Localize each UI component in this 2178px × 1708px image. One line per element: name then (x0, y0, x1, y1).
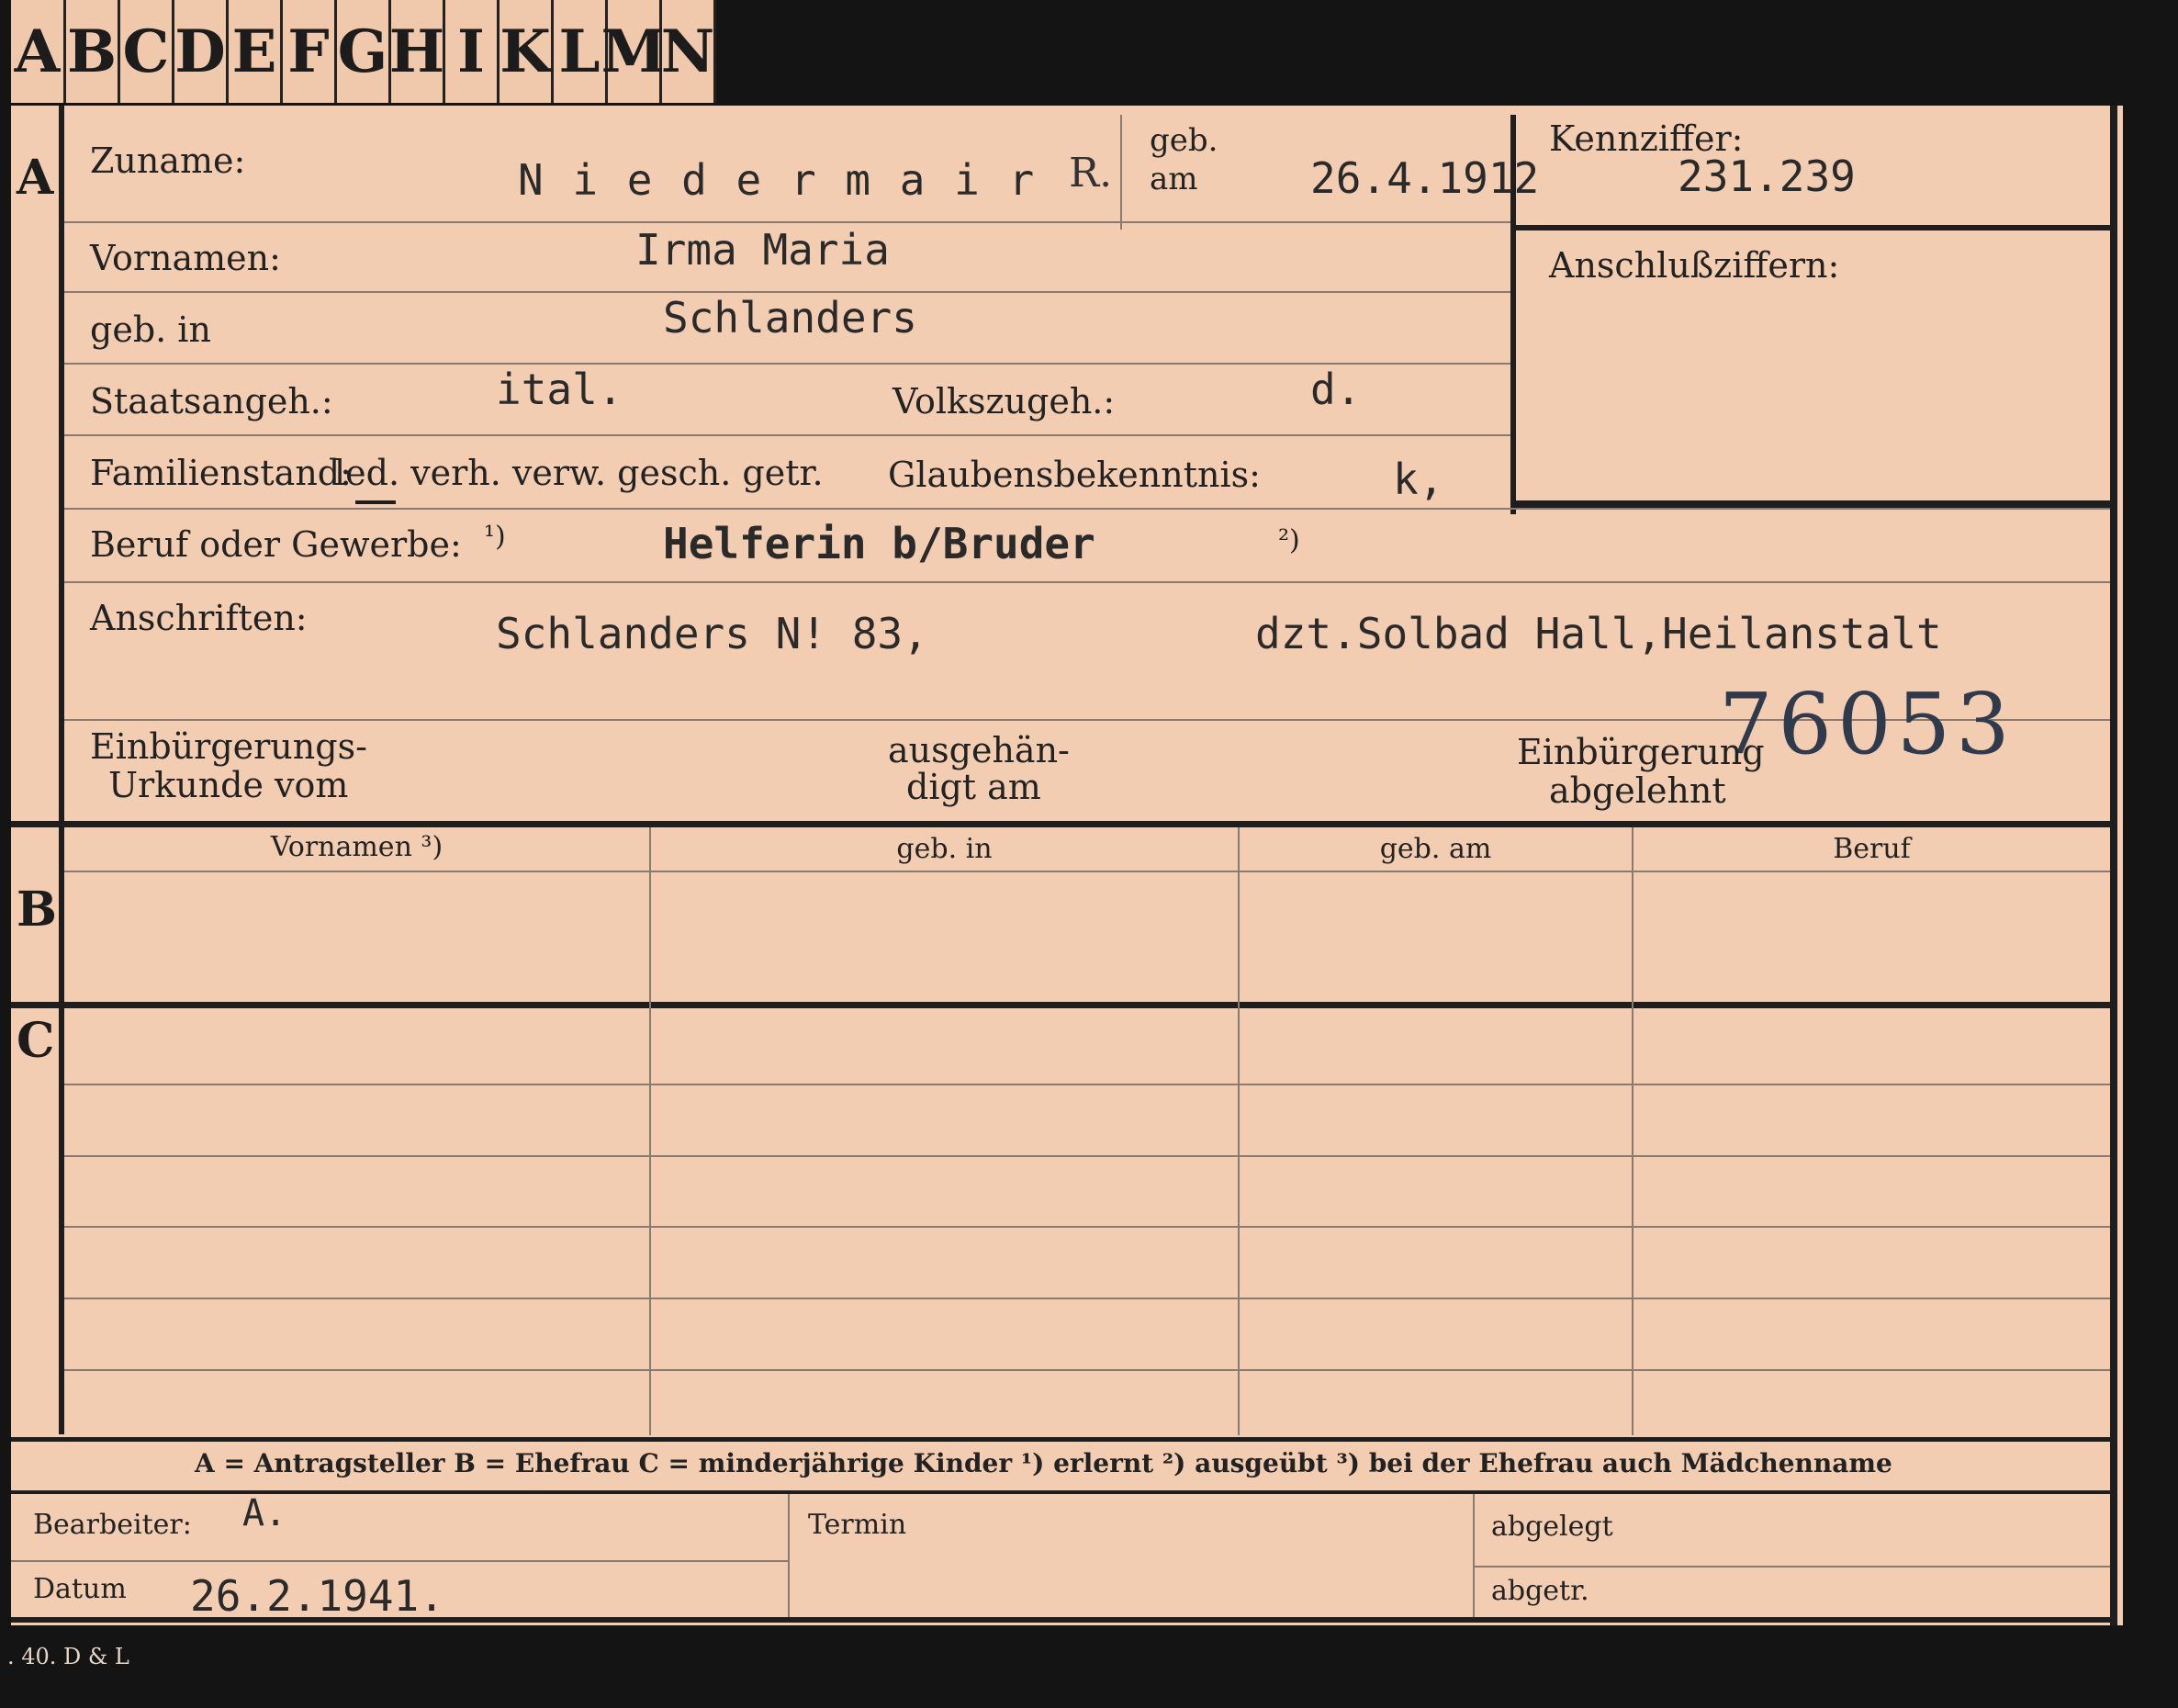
label-geb-in: geb. in (90, 309, 211, 350)
label-einbuergerung-urkunde-1: Einbürgerungs- (90, 726, 367, 767)
label-abgetr: abgetr. (1491, 1575, 1589, 1607)
left-margin-rule (59, 106, 64, 1434)
label-bearbeiter: Bearbeiter: (33, 1509, 192, 1541)
table-row (64, 1084, 2110, 1085)
admin-rule-right (1473, 1566, 2110, 1568)
registration-card: A B C Zuname: N i e d e r m a i r R. geb… (11, 106, 2123, 1625)
tab-letter-a[interactable]: A (11, 0, 66, 103)
value-beruf: Helferin b/Bruder (663, 519, 1095, 568)
label-volkszugeh: Volkszugeh.: (893, 381, 1116, 421)
table-row (64, 1298, 2110, 1299)
footnote-marker-1: ¹) (484, 521, 506, 553)
rule-beruf (64, 581, 2110, 583)
label-geb-am-line1: geb. (1150, 122, 1218, 159)
table-header-rule (64, 871, 2110, 872)
label-einbuergerung-urkunde-2: Urkunde vom (108, 765, 349, 805)
value-volkszugeh: d. (1310, 365, 1362, 414)
column-divider-2 (1238, 827, 1240, 1435)
label-familienstand: Familienstand: (90, 453, 352, 493)
admin-divider-2 (1473, 1494, 1475, 1617)
label-einbuergerung-abgelehnt-2: abgelehnt (1549, 770, 1726, 811)
table-row (64, 1226, 2110, 1228)
tab-letter-h[interactable]: H (389, 0, 445, 103)
section-label-b: B (17, 882, 57, 938)
tab-letter-d[interactable]: D (174, 0, 229, 103)
label-glaubensbekenntnis: Glaubensbekenntnis: (888, 455, 1261, 495)
table-row (64, 1155, 2110, 1157)
tab-letter-m[interactable]: M (601, 0, 666, 103)
label-beruf: Beruf oder Gewerbe: (90, 524, 462, 565)
column-header-geb-am: geb. am (1379, 833, 1492, 865)
value-vornamen: Irma Maria (635, 225, 890, 275)
tab-letter-b[interactable]: B (66, 0, 120, 103)
label-termin: Termin (808, 1509, 907, 1541)
section-c-divider (11, 1002, 2117, 1008)
zuname-handwritten-mark: R. (1069, 150, 1113, 197)
column-header-geb-in: geb. in (896, 833, 993, 865)
label-datum: Datum (33, 1573, 127, 1605)
value-datum: 26.2.1941. (190, 1571, 444, 1621)
label-anschriften: Anschriften: (90, 598, 308, 638)
rule-geb-in (64, 363, 1510, 365)
value-anschrift-2: dzt.Solbad Hall,Heilanstalt (1255, 609, 1942, 658)
label-abgelegt: abgelegt (1491, 1511, 1613, 1543)
legend-text: A = Antragsteller B = Ehefrau C = minder… (195, 1448, 1892, 1478)
column-divider-3 (1632, 827, 1634, 1435)
value-geb-am: 26.4.1912 (1310, 153, 1540, 203)
rule-zuname (64, 221, 1510, 223)
section-b-divider (11, 821, 2117, 827)
tab-letter-e[interactable]: E (229, 0, 283, 103)
section-label-a: A (17, 150, 54, 206)
rule-familienstand (64, 508, 2110, 510)
rule-staatsangeh (64, 434, 1510, 436)
label-geb-am-line2: am (1150, 161, 1198, 197)
value-bearbeiter: A. (242, 1492, 287, 1534)
column-header-vornamen: Vornamen ³) (270, 831, 443, 863)
tab-letter-f[interactable]: F (283, 0, 337, 103)
print-code-footer: . 40. D & L (7, 1644, 129, 1669)
tab-letter-n[interactable]: N (661, 0, 716, 103)
label-staatsangeh: Staatsangeh.: (90, 381, 333, 421)
kennziffer-box-mid (1510, 225, 2117, 230)
value-staatsangeh: ital. (496, 365, 623, 414)
admin-divider-1 (788, 1494, 790, 1617)
footnote-marker-2: ²) (1278, 524, 1300, 556)
admin-rule-left (11, 1560, 788, 1562)
right-border (2110, 106, 2117, 1625)
familienstand-options: led. verh. verw. gesch. getr. (334, 453, 824, 493)
tab-letter-c[interactable]: C (120, 0, 174, 103)
value-glaubensbekenntnis: k, (1393, 455, 1444, 504)
value-kennziffer: 231.239 (1678, 152, 1856, 201)
label-einbuergerung-abgelehnt-1: Einbürgerung (1517, 732, 1765, 772)
legend-bottom-rule (11, 1490, 2117, 1494)
label-vornamen: Vornamen: (90, 238, 281, 278)
column-divider-1 (649, 827, 651, 1435)
geb-am-divider (1120, 115, 1122, 230)
label-zuname: Zuname: (90, 140, 246, 181)
label-ausgehaendigt-2: digt am (906, 767, 1041, 807)
tab-letter-l[interactable]: L (554, 0, 608, 103)
section-label-c: C (17, 1013, 55, 1069)
column-header-beruf: Beruf (1833, 833, 1911, 865)
familienstand-led-underline (355, 500, 396, 504)
tab-letter-i[interactable]: I (445, 0, 500, 103)
table-row (64, 1369, 2110, 1371)
value-zuname: N i e d e r m a i r (518, 155, 1037, 205)
value-geb-in: Schlanders (663, 293, 917, 343)
label-anschlussziffern: Anschlußziffern: (1549, 245, 1840, 286)
legend-top-rule (11, 1437, 2117, 1442)
tab-letter-g[interactable]: G (337, 0, 391, 103)
kennziffer-box-bottom (1510, 500, 2117, 508)
label-ausgehaendigt-1: ausgehän- (888, 730, 1070, 770)
value-anschrift-1: Schlanders N! 83, (496, 609, 928, 658)
tab-letter-k[interactable]: K (500, 0, 554, 103)
